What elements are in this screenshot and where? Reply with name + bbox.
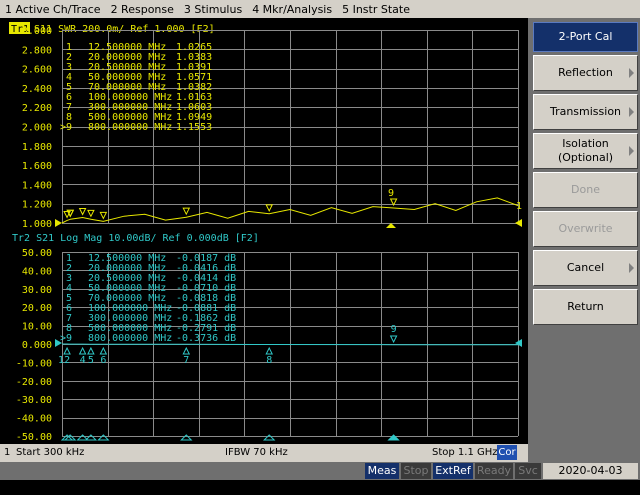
- isolation-button[interactable]: Isolation (Optional): [533, 133, 638, 169]
- marker-frequency: 800.000000 MHz: [88, 333, 172, 344]
- trace1-end-label: 1: [516, 201, 522, 212]
- marker-flag-label: 12: [58, 355, 70, 366]
- y-tick-label: 1.600: [22, 161, 52, 172]
- marker-flag-label: 4: [80, 355, 86, 366]
- softkey-label: Reflection: [558, 66, 613, 79]
- y-tick-label: -20.00: [16, 377, 52, 388]
- datetime: 2020-04-03 11:42: [543, 463, 638, 493]
- y-tick-label: 20.00: [22, 303, 52, 314]
- chevron-right-icon: [629, 107, 634, 117]
- marker-flag-label: 6: [100, 355, 106, 366]
- y-tick-label: 2.800: [22, 45, 52, 56]
- chevron-right-icon: [629, 263, 634, 273]
- cor-badge: Cor: [497, 445, 517, 460]
- softkey-title: 2-Port Cal: [533, 22, 638, 52]
- y-tick-label: 40.00: [22, 266, 52, 277]
- start-frequency[interactable]: Start 300 kHz: [16, 447, 84, 458]
- return-button[interactable]: Return: [533, 289, 638, 325]
- marker-id: >9: [60, 333, 72, 344]
- softkey-label: Cancel: [566, 261, 605, 274]
- meas-indicator: Meas: [365, 463, 399, 479]
- y-tick-label: 10.00: [22, 322, 52, 333]
- marker-flag-label: 8: [266, 355, 272, 366]
- softkey-label: Overwrite: [558, 222, 613, 235]
- marker-value: 1.1553: [176, 122, 212, 133]
- y-tick-label: 3.000: [22, 26, 52, 37]
- y-tick-label: -50.00: [16, 432, 52, 443]
- softkey-panel: 2-Port Cal Reflection Transmission Isolati…: [528, 18, 640, 462]
- trace1-marker9-label: 9: [388, 188, 394, 199]
- y-tick-label: 1.400: [22, 180, 52, 191]
- y-tick-label: -10.00: [16, 358, 52, 369]
- trace1-header: S11 SWR 200.0m/ Ref 1.000 [F2]: [34, 24, 215, 35]
- menu-response[interactable]: 2 Response: [106, 3, 179, 16]
- menu-instr-state[interactable]: 5 Instr State: [337, 3, 415, 16]
- ifbw[interactable]: IFBW 70 kHz: [225, 447, 288, 458]
- y-tick-label: 30.00: [22, 285, 52, 296]
- y-tick-label: 1.800: [22, 142, 52, 153]
- chevron-right-icon: [629, 146, 634, 156]
- menu-bar: 1 Active Ch/Trace 2 Response 3 Stimulus …: [0, 0, 640, 19]
- y-tick-label: 0.000: [22, 340, 52, 351]
- softkey-label: Done: [571, 183, 600, 196]
- menu-stimulus[interactable]: 3 Stimulus: [179, 3, 247, 16]
- chevron-right-icon: [629, 68, 634, 78]
- y-tick-label: -40.00: [16, 414, 52, 425]
- y-tick-label: -30.00: [16, 395, 52, 406]
- stop-indicator: Stop: [401, 463, 431, 479]
- marker-flag-label: 7: [183, 355, 189, 366]
- channel-number: 1: [4, 447, 11, 458]
- trace2-header[interactable]: Tr2 S21 Log Mag 10.00dB/ Ref 0.000dB [F2…: [12, 233, 259, 244]
- done-button: Done: [533, 172, 638, 208]
- ready-indicator: Ready: [475, 463, 513, 479]
- y-tick-label: 2.000: [22, 123, 52, 134]
- softkey-label: Return: [567, 300, 604, 313]
- y-tick-label: 1.200: [22, 200, 52, 211]
- y-tick-label: 2.400: [22, 84, 52, 95]
- measurement-display: Tr1 S11 SWR 200.0m/ Ref 1.000 [F2] 3.000…: [0, 18, 528, 444]
- y-tick-label: 2.600: [22, 65, 52, 76]
- trace2-y-axis: 50.00 40.00 30.00 20.00 10.00 0.000 -10.00 -20.…: [16, 248, 52, 443]
- marker-flag-label: 5: [88, 355, 94, 366]
- stop-frequency[interactable]: Stop 1.1 GHz: [432, 447, 498, 458]
- status-bar: 1 Start 300 kHz IFBW 70 kHz Stop 1.1 GHz…: [0, 444, 528, 462]
- extref-indicator: ExtRef: [433, 463, 473, 479]
- marker-flag-label: 9: [391, 324, 397, 335]
- menu-mkr-analysis[interactable]: 4 Mkr/Analysis: [247, 3, 337, 16]
- softkey-label: Isolation (Optional): [557, 137, 614, 164]
- marker-value: -0.3736 dB: [176, 333, 236, 344]
- y-tick-label: 50.00: [22, 248, 52, 259]
- softkey-label: Transmission: [549, 105, 622, 118]
- cancel-button[interactable]: Cancel: [533, 250, 638, 286]
- marker-frequency: 800.000000 MHz: [88, 122, 172, 133]
- bottom-status-bar: Meas Stop ExtRef Ready Svc 2020-04-03 11…: [0, 462, 640, 493]
- marker-id: >9: [60, 122, 72, 133]
- transmission-button[interactable]: Transmission: [533, 94, 638, 130]
- svc-indicator: Svc: [515, 463, 541, 479]
- overwrite-button: Overwrite: [533, 211, 638, 247]
- y-tick-label: 2.200: [22, 103, 52, 114]
- menu-active-ch-trace[interactable]: 1 Active Ch/Trace: [0, 3, 106, 16]
- y-tick-label: 1.000: [22, 219, 52, 230]
- reflection-button[interactable]: Reflection: [533, 55, 638, 91]
